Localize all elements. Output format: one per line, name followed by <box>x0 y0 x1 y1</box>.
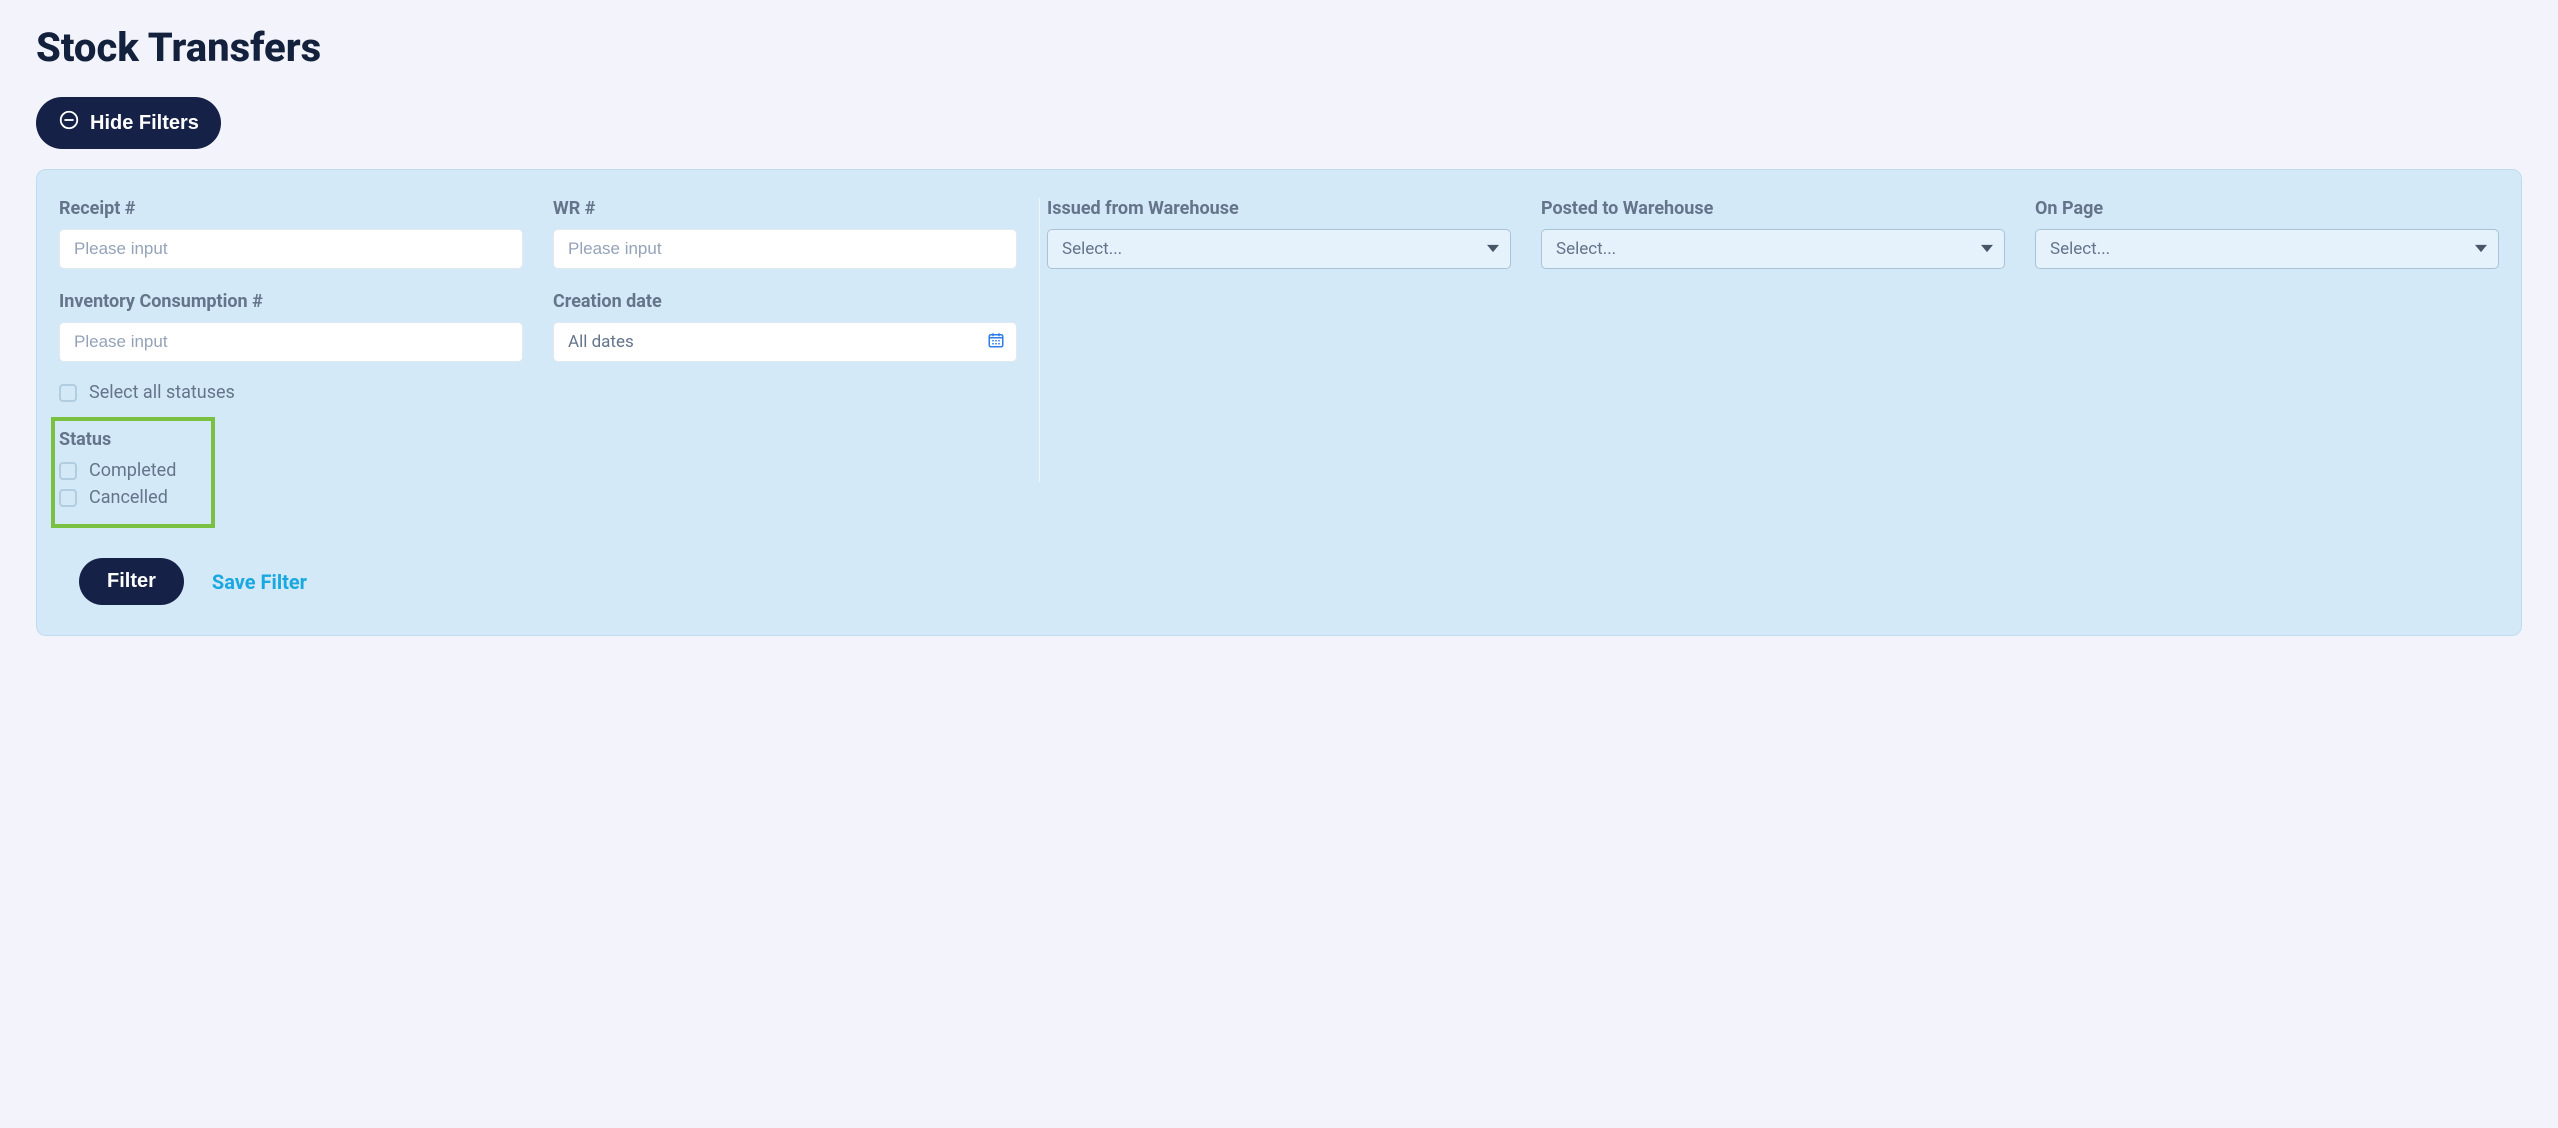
receipt-label: Receipt # <box>59 198 523 219</box>
posted-to-select[interactable]: Select... <box>1541 229 2005 269</box>
status-section: Select all statuses Status Completed Can… <box>59 382 2499 528</box>
action-row: Filter Save Filter <box>59 558 2499 605</box>
status-cancelled-label[interactable]: Cancelled <box>89 487 168 508</box>
on-page-select[interactable]: Select... <box>2035 229 2499 269</box>
filter-issued-from: Issued from Warehouse Select... <box>1047 198 1511 269</box>
posted-to-label: Posted to Warehouse <box>1541 198 2005 219</box>
filter-wr: WR # <box>553 198 1017 269</box>
creation-date-input[interactable]: All dates <box>553 322 1017 362</box>
filter-receipt: Receipt # <box>59 198 523 269</box>
inventory-consumption-label: Inventory Consumption # <box>59 291 523 312</box>
select-all-statuses-checkbox[interactable] <box>59 384 77 402</box>
filter-creation-date: Creation date All dates <box>553 291 1017 362</box>
filter-posted-to: Posted to Warehouse Select... <box>1541 198 2005 269</box>
select-all-statuses-label[interactable]: Select all statuses <box>89 382 235 403</box>
filter-panel: Receipt # WR # Issued from Warehouse Sel… <box>36 169 2522 636</box>
creation-date-label: Creation date <box>553 291 1017 312</box>
status-cancelled-checkbox[interactable] <box>59 489 77 507</box>
issued-from-label: Issued from Warehouse <box>1047 198 1511 219</box>
filter-on-page: On Page Select... <box>2035 198 2499 269</box>
status-completed-checkbox[interactable] <box>59 462 77 480</box>
status-completed-label[interactable]: Completed <box>89 460 176 481</box>
save-filter-link[interactable]: Save Filter <box>212 570 307 594</box>
status-heading: Status <box>59 429 201 450</box>
status-highlight-box: Status Completed Cancelled <box>51 417 215 528</box>
filter-button[interactable]: Filter <box>79 558 184 605</box>
inventory-consumption-input[interactable] <box>59 322 523 362</box>
hide-filters-label: Hide Filters <box>90 112 199 135</box>
select-all-statuses-row: Select all statuses <box>59 382 2499 403</box>
wr-input[interactable] <box>553 229 1017 269</box>
status-option-completed-row: Completed <box>59 460 201 481</box>
filter-inventory-consumption: Inventory Consumption # <box>59 291 523 362</box>
circle-minus-icon <box>58 109 80 137</box>
page-title: Stock Transfers <box>36 24 2522 71</box>
receipt-input[interactable] <box>59 229 523 269</box>
status-option-cancelled-row: Cancelled <box>59 487 201 508</box>
on-page-label: On Page <box>2035 198 2499 219</box>
hide-filters-button[interactable]: Hide Filters <box>36 97 221 149</box>
wr-label: WR # <box>553 198 1017 219</box>
issued-from-select[interactable]: Select... <box>1047 229 1511 269</box>
